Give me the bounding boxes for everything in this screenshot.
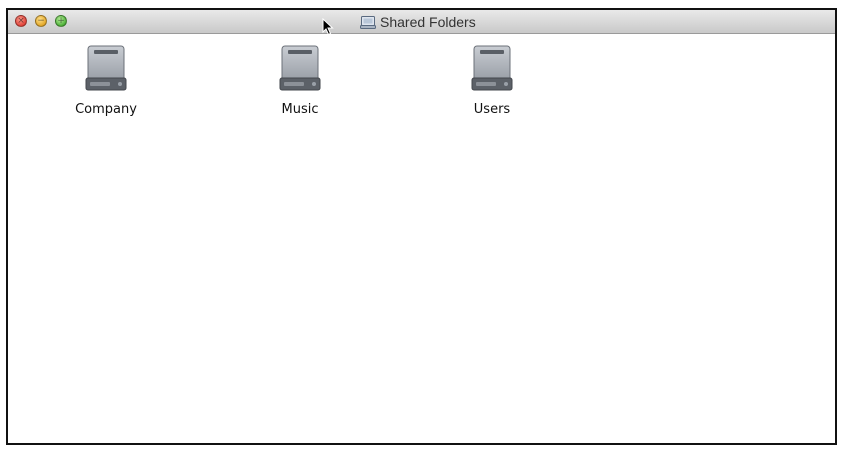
hard-drive-icon	[471, 45, 513, 91]
minimize-button[interactable]: −	[35, 15, 47, 27]
hard-drive-icon	[279, 45, 321, 91]
close-icon: ×	[17, 16, 25, 26]
list-item[interactable]: Company	[51, 42, 161, 122]
window-title: Shared Folders	[360, 13, 476, 31]
hard-drive-icon	[85, 45, 127, 91]
zoom-button[interactable]: +	[55, 15, 67, 27]
folder-content-area[interactable]: Company Music Users	[8, 34, 835, 443]
item-label: Company	[75, 102, 137, 117]
item-label: Users	[473, 102, 511, 117]
zoom-icon: +	[57, 16, 65, 26]
list-item[interactable]: Music	[245, 42, 355, 122]
item-label: Music	[281, 102, 319, 117]
window-title-text: Shared Folders	[380, 14, 476, 30]
volume-icon[interactable]	[360, 15, 376, 29]
title-bar[interactable]: × − + Shared Folders	[8, 10, 835, 36]
finder-window: × − + Shared Folders Company Music Users	[6, 8, 837, 445]
minimize-icon: −	[37, 16, 45, 26]
close-button[interactable]: ×	[15, 15, 27, 27]
list-item[interactable]: Users	[437, 42, 547, 122]
